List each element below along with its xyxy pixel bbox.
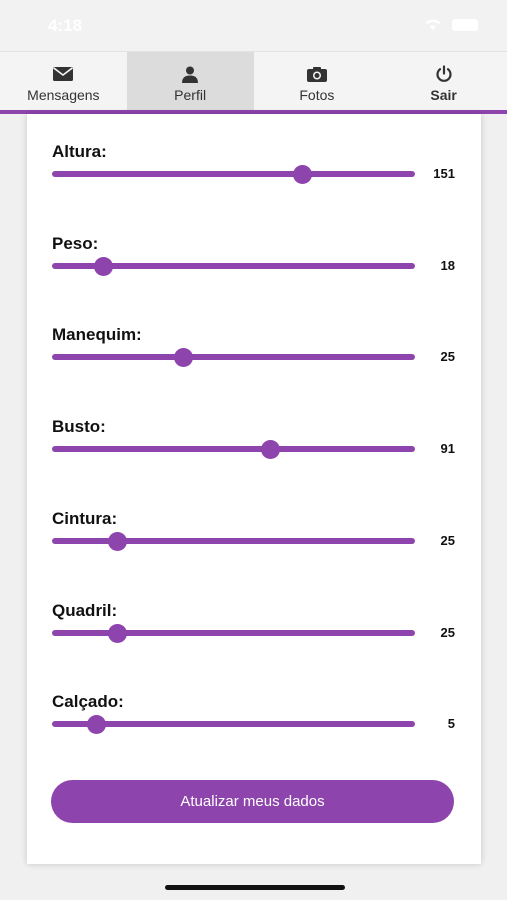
slider-thumb[interactable] xyxy=(173,348,193,367)
slider-track[interactable] xyxy=(52,624,415,643)
tab-fotos[interactable]: Fotos xyxy=(254,52,381,110)
slider-thumb[interactable] xyxy=(293,165,313,184)
slider-value: 151 xyxy=(433,166,455,181)
slider-value: 18 xyxy=(440,258,455,273)
slider-thumb[interactable] xyxy=(86,715,106,734)
profile-card: Altura: 151 Peso: 18 Manequim: 25 Busto:… xyxy=(27,114,481,864)
slider-thumb[interactable] xyxy=(260,440,280,459)
update-data-button[interactable]: Atualizar meus dados xyxy=(51,780,454,823)
power-icon xyxy=(433,65,455,83)
slider-label: Peso: xyxy=(52,234,99,253)
slider-track[interactable] xyxy=(52,715,415,734)
slider-thumb[interactable] xyxy=(108,624,128,643)
slider-label: Busto: xyxy=(52,417,106,436)
slider-value: 5 xyxy=(447,716,455,731)
camera-icon xyxy=(306,65,328,83)
slider-value: 91 xyxy=(440,441,455,456)
slider-track[interactable] xyxy=(52,165,415,184)
slider-thumb[interactable] xyxy=(108,532,128,551)
wifi-icon xyxy=(425,19,441,30)
slider-peso: Peso: 18 xyxy=(27,234,481,294)
slider-manequim: Manequim: 25 xyxy=(27,325,481,385)
slider-busto: Busto: 91 xyxy=(27,417,481,477)
slider-altura: Altura: 151 xyxy=(27,142,481,202)
slider-label: Calçado: xyxy=(52,692,124,711)
status-time: 4:18 xyxy=(48,16,83,35)
slider-thumb[interactable] xyxy=(93,257,113,276)
tab-fotos-label: Fotos xyxy=(299,87,335,103)
tab-perfil-label: Perfil xyxy=(174,87,207,103)
slider-value: 25 xyxy=(440,349,455,364)
slider-track[interactable] xyxy=(52,348,415,367)
tab-sair[interactable]: Sair xyxy=(380,52,507,110)
slider-track[interactable] xyxy=(52,257,415,276)
slider-quadril: Quadril: 25 xyxy=(27,601,481,661)
slider-track[interactable] xyxy=(52,440,415,459)
slider-label: Cintura: xyxy=(52,509,118,528)
slider-value: 25 xyxy=(440,625,455,640)
slider-value: 25 xyxy=(440,533,455,548)
slider-track[interactable] xyxy=(52,532,415,551)
user-icon xyxy=(179,65,201,83)
envelope-icon xyxy=(52,65,74,83)
home-indicator xyxy=(165,885,345,890)
slider-label: Altura: xyxy=(52,142,107,161)
tab-perfil[interactable]: Perfil xyxy=(126,52,254,110)
tab-mensagens[interactable]: Mensagens xyxy=(0,52,127,110)
tab-mensagens-label: Mensagens xyxy=(27,87,100,103)
slider-label: Quadril: xyxy=(52,601,118,620)
slider-cintura: Cintura: 25 xyxy=(27,509,481,569)
tab-sair-label: Sair xyxy=(430,87,457,103)
battery-icon xyxy=(452,19,478,31)
slider-label: Manequim: xyxy=(52,325,142,344)
tab-bar: Mensagens Perfil Fotos Sair xyxy=(0,52,507,110)
slider-calcado: Calçado: 5 xyxy=(27,692,481,752)
status-bar: 4:18 xyxy=(0,0,507,52)
